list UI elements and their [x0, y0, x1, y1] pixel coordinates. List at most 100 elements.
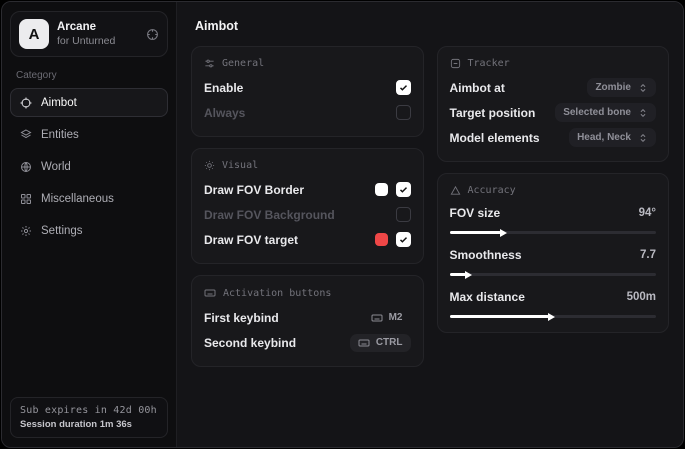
aperture-icon[interactable] [146, 28, 159, 41]
setting-row: Draw FOV Background [204, 202, 411, 227]
second-keybind-button[interactable]: CTRL [350, 334, 411, 352]
dropdown-value: Head, Neck [577, 132, 631, 143]
setting-label: Model elements [450, 131, 540, 145]
grid-icon [20, 193, 32, 205]
sidebar-item-miscellaneous[interactable]: Miscellaneous [10, 184, 168, 213]
setting-label: Always [204, 106, 245, 120]
slider-thumb[interactable] [548, 313, 555, 321]
model-elements-dropdown[interactable]: Head, Neck [569, 128, 656, 147]
always-checkbox[interactable] [396, 105, 411, 120]
setting-row: Draw FOV target [204, 227, 411, 252]
crosshair-icon [20, 97, 32, 109]
globe-icon [20, 161, 32, 173]
fov-background-checkbox[interactable] [396, 207, 411, 222]
slider-thumb[interactable] [465, 271, 472, 279]
keyboard-icon [204, 287, 216, 299]
setting-label: Target position [450, 106, 536, 120]
general-card: General Enable Always [191, 46, 424, 137]
setting-row: Enable [204, 75, 411, 100]
setting-row: Model elements Head, Neck [450, 125, 657, 150]
sidebar-nav: Aimbot Entities World Miscellaneous [10, 88, 168, 245]
keybind-value: M2 [389, 312, 403, 323]
smoothness-slider-block: Smoothness 7.7 [450, 244, 657, 276]
keyboard-icon [358, 337, 370, 349]
unfold-icon [638, 133, 648, 143]
activation-card-header: Activation buttons [204, 287, 411, 299]
accuracy-card-header: Accuracy [450, 185, 657, 196]
subscription-panel: Sub expires in 42d 00h Session duration … [10, 397, 168, 438]
sidebar-item-label: World [41, 161, 71, 173]
fov-border-checkbox[interactable] [396, 182, 411, 197]
slider-label: Smoothness [450, 248, 522, 262]
card-title: General [222, 58, 264, 69]
setting-label: Draw FOV Background [204, 208, 335, 222]
fov-border-color-swatch[interactable] [375, 183, 388, 196]
dropdown-value: Selected bone [563, 107, 631, 118]
sidebar-item-label: Entities [41, 129, 79, 141]
keybind-value: CTRL [376, 337, 403, 348]
sidebar-item-world[interactable]: World [10, 152, 168, 181]
sidebar-item-aimbot[interactable]: Aimbot [10, 88, 168, 117]
category-label: Category [16, 70, 162, 81]
setting-row: Second keybind CTRL [204, 330, 411, 355]
sidebar-item-label: Settings [41, 225, 83, 237]
slider-value: 7.7 [640, 249, 656, 261]
fov-size-slider-block: FOV size 94° [450, 202, 657, 234]
slider-fill [450, 273, 467, 276]
card-title: Accuracy [468, 185, 516, 196]
left-column: General Enable Always [191, 46, 424, 367]
activation-card: Activation buttons First keybind M2 Seco… [191, 275, 424, 367]
keyboard-icon [371, 312, 383, 324]
unfold-icon [638, 83, 648, 93]
enable-checkbox[interactable] [396, 80, 411, 95]
aimbot-at-dropdown[interactable]: Zombie [587, 78, 656, 97]
setting-label: Enable [204, 81, 243, 95]
sun-icon [204, 160, 215, 171]
unfold-icon [638, 108, 648, 118]
setting-row: Draw FOV Border [204, 177, 411, 202]
app-logo: A [19, 19, 49, 49]
setting-label: First keybind [204, 311, 279, 325]
tracker-card-header: Tracker [450, 58, 657, 69]
smoothness-slider[interactable] [450, 273, 657, 276]
main-content: Aimbot General Enable [177, 2, 683, 447]
general-card-header: General [204, 58, 411, 69]
slider-fill [450, 231, 502, 234]
target-position-dropdown[interactable]: Selected bone [555, 103, 656, 122]
triangle-icon [450, 185, 461, 196]
setting-row: Target position Selected bone [450, 100, 657, 125]
setting-row: Always [204, 100, 411, 125]
sliders-icon [204, 58, 215, 69]
max-distance-slider-block: Max distance 500m [450, 286, 657, 318]
first-keybind-button[interactable]: M2 [363, 309, 411, 327]
fov-target-color-swatch[interactable] [375, 233, 388, 246]
setting-label: Second keybind [204, 336, 296, 350]
sub-expiry-text: Sub expires in 42d 00h [20, 405, 158, 416]
fov-size-slider[interactable] [450, 231, 657, 234]
fov-target-checkbox[interactable] [396, 232, 411, 247]
setting-label: Draw FOV target [204, 233, 298, 247]
app-name: Arcane [57, 20, 138, 34]
session-duration-text: Session duration 1m 36s [20, 419, 158, 430]
card-title: Visual [222, 160, 258, 171]
visual-card: Visual Draw FOV Border Draw FOV Backgrou… [191, 148, 424, 264]
card-title: Tracker [468, 58, 510, 69]
sidebar-item-label: Aimbot [41, 97, 77, 109]
dropdown-value: Zombie [595, 82, 631, 93]
slider-value: 500m [627, 291, 656, 303]
setting-label: Draw FOV Border [204, 183, 304, 197]
setting-label: Aimbot at [450, 81, 505, 95]
sidebar-item-settings[interactable]: Settings [10, 216, 168, 245]
setting-row: First keybind M2 [204, 305, 411, 330]
right-column: Tracker Aimbot at Zombie Target position [437, 46, 670, 333]
max-distance-slider[interactable] [450, 315, 657, 318]
sidebar-item-entities[interactable]: Entities [10, 120, 168, 149]
slider-thumb[interactable] [500, 229, 507, 237]
app-meta: Arcane for Unturned [57, 20, 138, 48]
page-title: Aimbot [195, 19, 667, 33]
accuracy-card: Accuracy FOV size 94° Smoothness [437, 173, 670, 333]
sidebar-item-label: Miscellaneous [41, 193, 114, 205]
setting-row: Aimbot at Zombie [450, 75, 657, 100]
app-subtitle: for Unturned [57, 35, 138, 48]
app-window: A Arcane for Unturned Category Aimbot [1, 1, 684, 448]
